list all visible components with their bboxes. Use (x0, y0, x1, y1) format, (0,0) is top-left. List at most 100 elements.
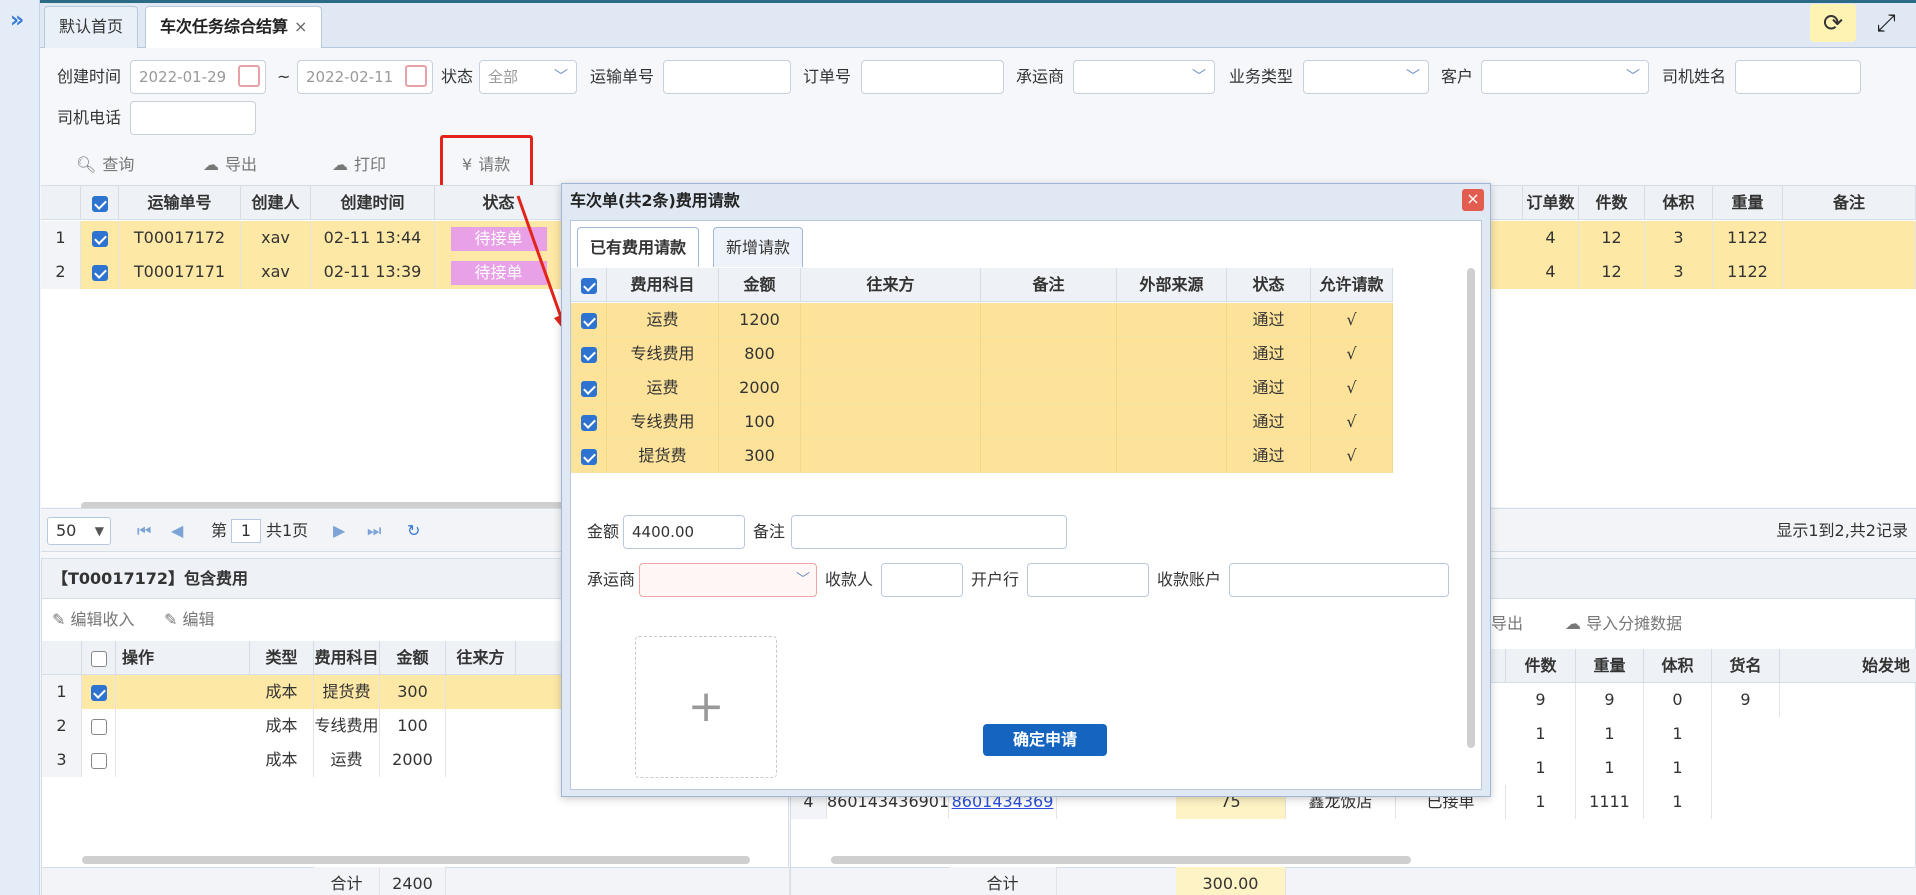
row-checkbox-cell[interactable] (82, 709, 116, 743)
header-created[interactable]: 创建时间 (311, 186, 435, 220)
carrier-select[interactable]: ﹀ (1073, 60, 1215, 94)
cell-pieces: 1 (1506, 717, 1576, 751)
order-no-input[interactable] (861, 60, 1004, 94)
row-number: 2 (41, 255, 81, 289)
row-checkbox[interactable] (580, 380, 597, 397)
row-checkbox[interactable] (91, 230, 108, 247)
calendar-icon[interactable] (405, 65, 427, 87)
row-checkbox-cell[interactable] (81, 255, 119, 289)
fullscreen-icon[interactable]: ⤢ (1868, 4, 1904, 42)
prev-page-icon[interactable]: ◀ (171, 509, 183, 553)
total-label: 合计 (949, 867, 1057, 895)
header-order-count[interactable]: 订单数 (1523, 186, 1579, 220)
header-remark[interactable]: 备注 (1783, 186, 1916, 220)
edit-button[interactable]: ✎ 编辑 (164, 605, 215, 635)
date-to-input[interactable]: 2022-02-11 (297, 60, 433, 94)
calendar-icon[interactable] (238, 65, 260, 87)
cell-amount: 100 (380, 709, 446, 743)
horizontal-scrollbar[interactable] (82, 856, 750, 864)
driver-name-input[interactable] (1735, 60, 1861, 94)
header-transport-no[interactable]: 运输单号 (119, 186, 241, 220)
cell-volume: 3 (1645, 255, 1713, 289)
carrier-select[interactable]: ﹀ (639, 563, 817, 597)
last-page-icon[interactable]: ⏭ (367, 509, 381, 553)
created-time-label: 创建时间 (57, 67, 122, 86)
cell-amount: 300 (380, 675, 446, 709)
select-all-header[interactable] (82, 641, 116, 675)
cell-pieces: 12 (1579, 255, 1645, 289)
header-pieces[interactable]: 件数 (1579, 186, 1645, 220)
row-checkbox[interactable] (580, 346, 597, 363)
first-page-icon[interactable]: ⏮ (137, 509, 151, 553)
cell-remark (981, 303, 1117, 337)
select-all-checkbox[interactable] (580, 277, 597, 294)
cell-party (801, 303, 981, 337)
search-icon: 🔍︎ (76, 155, 97, 174)
refresh-icon[interactable]: ⟳ (1810, 4, 1856, 42)
row-checkbox-cell[interactable] (571, 337, 607, 371)
row-checkbox[interactable] (90, 752, 107, 769)
status-select[interactable]: 全部 ﹀ (479, 60, 577, 94)
reload-icon[interactable]: ↻ (407, 509, 420, 553)
row-checkbox[interactable] (580, 312, 597, 329)
vertical-scrollbar[interactable] (1467, 268, 1475, 748)
driver-phone-input[interactable] (130, 101, 256, 135)
row-checkbox-cell[interactable] (571, 371, 607, 405)
query-button[interactable]: 🔍︎ 查询 (76, 150, 134, 180)
tab-trip-settlement[interactable]: 车次任务综合结算 × (145, 6, 323, 48)
chevron-down-icon: ﹀ (554, 69, 568, 85)
driver-name-label: 司机姓名 (1662, 67, 1727, 86)
cell-status: 通过 (1227, 371, 1311, 405)
row-checkbox-cell[interactable] (571, 439, 607, 473)
expand-sidebar-icon[interactable]: » (10, 8, 24, 33)
header-amount: 金额 (719, 268, 801, 302)
business-type-select[interactable]: ﹀ (1303, 60, 1429, 94)
row-checkbox-cell[interactable] (571, 303, 607, 337)
row-checkbox-cell[interactable] (81, 221, 119, 255)
tab-new-request[interactable]: 新增请款 (713, 227, 804, 267)
select-all-checkbox[interactable] (90, 650, 107, 667)
transport-no-input[interactable] (663, 60, 791, 94)
dialog-body: 已有费用请款 新增请款 费用科目 金额 往来方 备注 外部来源 状态 允许请款 … (570, 220, 1482, 790)
row-checkbox-cell[interactable] (82, 743, 116, 777)
row-checkbox-cell[interactable] (571, 405, 607, 439)
customer-select[interactable]: ﹀ (1481, 60, 1649, 94)
account-input[interactable] (1229, 563, 1449, 597)
header-creator[interactable]: 创建人 (241, 186, 311, 220)
cell-creator: xav (241, 221, 311, 255)
print-button[interactable]: ☁ 打印 (332, 150, 386, 180)
select-all-header[interactable] (81, 186, 119, 220)
page-size-select[interactable]: 50 ▼ (47, 517, 111, 545)
header-weight[interactable]: 重量 (1713, 186, 1783, 220)
tab-home[interactable]: 默认首页 (44, 6, 139, 48)
export-label: 导出 (1491, 614, 1524, 633)
row-checkbox[interactable] (91, 264, 108, 281)
row-checkbox[interactable] (580, 414, 597, 431)
row-checkbox[interactable] (90, 718, 107, 735)
header-volume[interactable]: 体积 (1645, 186, 1713, 220)
export-button[interactable]: ☁ 导出 (203, 150, 257, 180)
payee-input[interactable] (881, 563, 963, 597)
row-checkbox-cell[interactable] (82, 675, 116, 709)
horizontal-scrollbar[interactable] (831, 856, 1411, 864)
row-checkbox[interactable] (90, 684, 107, 701)
tab-existing-requests[interactable]: 已有费用请款 (577, 227, 700, 267)
cell-volume: 0 (1644, 683, 1712, 717)
date-from-input[interactable]: 2022-01-29 (130, 60, 266, 94)
amount-input[interactable]: 4400.00 (623, 515, 745, 549)
remark-input[interactable] (791, 515, 1067, 549)
row-checkbox[interactable] (580, 448, 597, 465)
bank-input[interactable] (1027, 563, 1149, 597)
submit-request-button[interactable]: 确定申请 (983, 724, 1107, 756)
cell-pieces: 1 (1506, 751, 1576, 785)
export-button[interactable]: 导出 (1491, 609, 1523, 639)
select-all-checkbox[interactable] (91, 195, 108, 212)
import-split-button[interactable]: ☁ 导入分摊数据 (1565, 609, 1682, 639)
upload-plus-icon[interactable]: + (635, 636, 777, 778)
page-number-input[interactable]: 1 (231, 519, 261, 543)
tab-close-icon[interactable]: × (294, 17, 307, 36)
edit-income-button[interactable]: ✎ 编辑收入 (52, 605, 135, 635)
dialog-close-icon[interactable]: × (1462, 189, 1484, 211)
next-page-icon[interactable]: ▶ (333, 509, 345, 553)
select-all-header[interactable] (571, 268, 607, 302)
